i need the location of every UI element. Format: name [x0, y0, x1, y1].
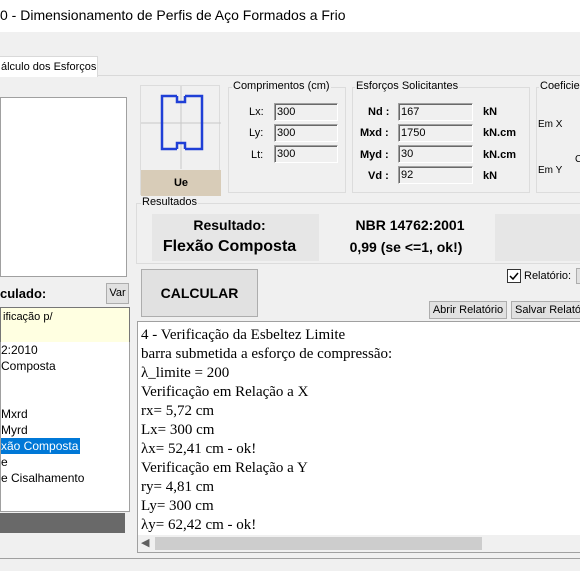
list-item[interactable]: e	[1, 454, 8, 470]
mxd-field[interactable]: 1750	[398, 124, 473, 142]
report-line: ry= 4,81 cm	[141, 479, 215, 495]
coeficientes-title: Coeficie	[539, 80, 580, 92]
ly-label: Ly:	[249, 127, 264, 139]
nd-label: Nd :	[368, 106, 390, 118]
myd-field[interactable]: 30	[398, 145, 473, 163]
lt-label: Lt:	[251, 149, 264, 161]
report-line: λ_limite = 200	[141, 365, 230, 381]
var-button[interactable]: Var	[106, 283, 129, 304]
resultado-extra-panel	[495, 214, 580, 261]
report-line: Lx= 300 cm	[141, 422, 215, 438]
profile-section-icon	[141, 86, 221, 169]
window-titlebar: 0 - Dimensionamento de Perfis de Aço For…	[0, 0, 580, 32]
check-icon	[509, 272, 519, 281]
salvar-relatorio-button[interactable]: Salvar Relató	[511, 301, 580, 319]
scroll-left-icon[interactable]: ◀	[141, 537, 149, 550]
profile-diagram[interactable]: Ue	[140, 85, 221, 196]
resultados-title: Resultados	[141, 196, 199, 208]
abrir-relatorio-button[interactable]: Abrir Relatório	[429, 301, 507, 319]
list-item[interactable]: e Cisalhamento	[1, 470, 84, 486]
report-textbox[interactable]: 4 - Verificação da Esbeltez Limite barra…	[137, 321, 580, 553]
resultado-value: Flexão Composta	[162, 238, 297, 255]
verificacao-list[interactable]: 2:2010 Composta Mxrd Myrd xão Composta e…	[0, 342, 130, 512]
vd-field[interactable]: 92	[398, 166, 473, 184]
list-item[interactable]: Myrd	[1, 422, 28, 438]
ly-field[interactable]: 300	[274, 124, 338, 142]
report-line: Verificação em Relação a X	[141, 384, 309, 400]
left-progress-bar	[0, 513, 125, 533]
resultado-label: Resultado:	[193, 217, 266, 233]
mxd-unit: kN.cm	[483, 127, 517, 139]
list-item-selected[interactable]: xão Composta	[1, 438, 81, 454]
em-y-label: Em Y	[538, 165, 563, 176]
esforcos-title: Esforços Solicitantes	[355, 80, 460, 92]
tab-label: álculo dos Esforços	[1, 61, 97, 73]
window-title: 0 - Dimensionamento de Perfis de Aço For…	[0, 7, 346, 23]
nd-unit: kN	[483, 106, 498, 118]
report-line: Verificação em Relação a Y	[141, 460, 308, 476]
relatorio-dropdown[interactable]	[576, 268, 580, 284]
list-item[interactable]: Mxrd	[1, 406, 28, 422]
report-line: Ly= 300 cm	[141, 498, 214, 514]
coef-partial-label: C	[575, 154, 580, 165]
lx-field[interactable]: 300	[274, 103, 338, 121]
lx-label: Lx:	[249, 106, 264, 118]
bottom-divider	[0, 558, 580, 559]
ratio-label: 0,99 (se <=1, ok!)	[349, 239, 463, 255]
norma-label: NBR 14762:2001	[355, 217, 465, 233]
myd-unit: kN.cm	[483, 149, 517, 161]
horizontal-scrollbar[interactable]: ◀	[138, 535, 580, 552]
profile-list-box[interactable]	[0, 97, 127, 277]
relatorio-checkbox[interactable]	[507, 269, 521, 283]
relatorio-label: Relatório:	[524, 270, 572, 282]
em-x-label: Em X	[538, 119, 563, 130]
calculado-label: culado:	[0, 286, 47, 301]
scrollbar-thumb[interactable]	[155, 537, 482, 550]
tab-calculo-esforcos[interactable]: álculo dos Esforços	[0, 56, 98, 77]
report-line: 4 - Verificação da Esbeltez Limite	[141, 327, 346, 343]
report-line: barra submetida a esforço de compressão:	[141, 346, 393, 362]
coeficientes-group	[536, 87, 580, 193]
comprimentos-title: Comprimentos (cm)	[232, 80, 331, 92]
mxd-label: Mxd :	[360, 127, 389, 139]
nd-field[interactable]: 167	[398, 103, 473, 121]
verificacao-text: ificação p/	[3, 311, 53, 323]
report-line: λy= 62,42 cm - ok!	[141, 517, 257, 533]
report-line: λx= 52,41 cm - ok!	[141, 441, 257, 457]
verificacao-tooltip: ificação p/	[0, 307, 130, 343]
resultado-panel: Resultado: Flexão Composta	[152, 214, 319, 261]
myd-label: Myd :	[360, 149, 389, 161]
list-item[interactable]: Composta	[1, 358, 56, 374]
list-item[interactable]: 2:2010	[1, 342, 38, 358]
profile-type-label: Ue	[141, 170, 221, 196]
vd-label: Vd :	[368, 170, 389, 182]
report-line: rx= 5,72 cm	[141, 403, 215, 419]
calcular-button[interactable]: CALCULAR	[141, 269, 258, 317]
lt-field[interactable]: 300	[274, 145, 338, 163]
vd-unit: kN	[483, 170, 498, 182]
